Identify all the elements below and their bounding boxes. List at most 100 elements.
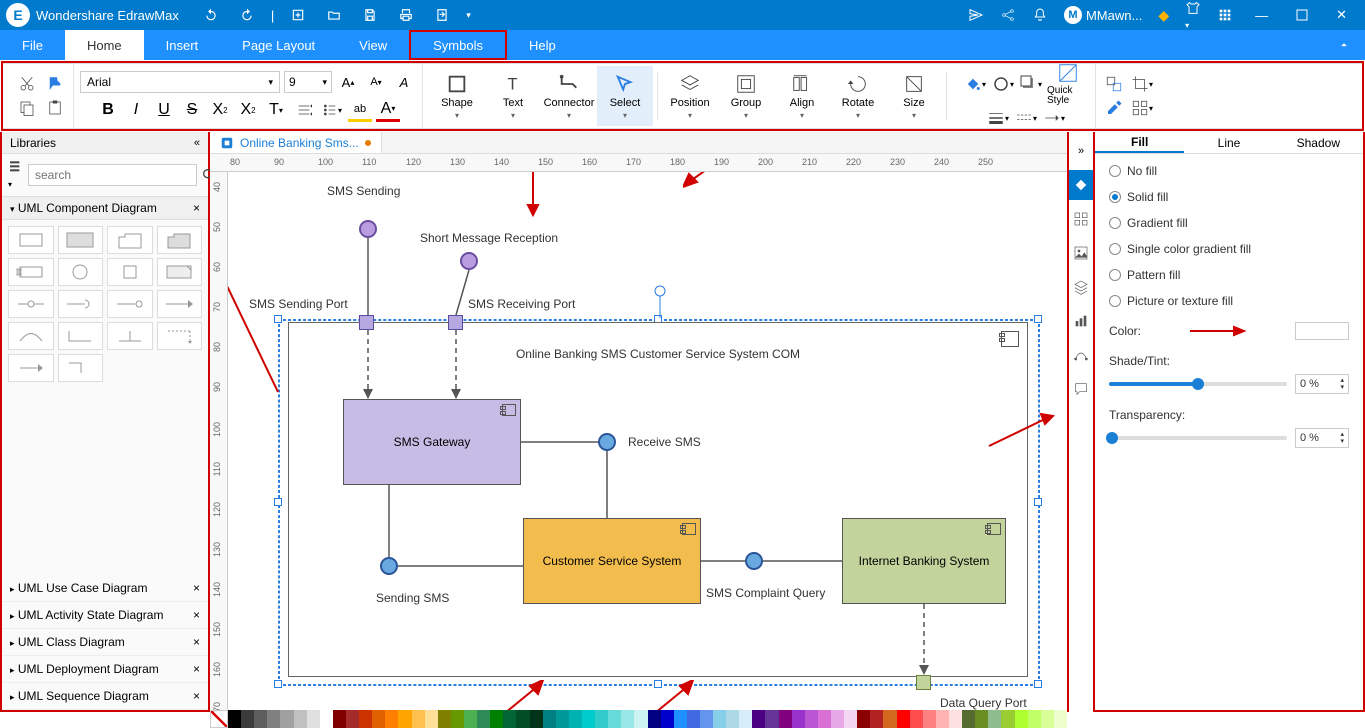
- shrink-font-icon[interactable]: A▾: [364, 70, 388, 94]
- palette-swatch[interactable]: [962, 710, 975, 728]
- palette-swatch[interactable]: [438, 710, 451, 728]
- crop-icon[interactable]: ▾: [1130, 72, 1154, 96]
- maximize-icon[interactable]: [1290, 9, 1314, 21]
- palette-swatch[interactable]: [543, 710, 556, 728]
- palette-swatch[interactable]: [687, 710, 700, 728]
- menu-file[interactable]: File: [0, 30, 65, 60]
- palette-swatch[interactable]: [556, 710, 569, 728]
- tool-position[interactable]: Position▾: [662, 66, 718, 126]
- dash-style-icon[interactable]: ▾: [1014, 106, 1038, 130]
- undo-icon[interactable]: [199, 3, 223, 27]
- print-icon[interactable]: [394, 3, 418, 27]
- fill-bucket-icon[interactable]: ▾: [963, 72, 987, 96]
- library-category[interactable]: ▸ UML Use Case Diagram×: [2, 575, 208, 602]
- node-sms-gateway[interactable]: SMS Gateway: [343, 399, 521, 485]
- shade-value[interactable]: 0 %▴▾: [1295, 374, 1349, 394]
- palette-swatch[interactable]: [1001, 710, 1014, 728]
- arrow-style-icon[interactable]: ▾: [1042, 106, 1066, 130]
- shape-thumb[interactable]: [157, 322, 203, 350]
- palette-swatch[interactable]: [1028, 710, 1041, 728]
- font-color-icon[interactable]: A▾: [376, 98, 400, 122]
- superscript-icon[interactable]: X2: [208, 98, 232, 122]
- shape-thumb[interactable]: [8, 322, 54, 350]
- tool-text[interactable]: TText▾: [485, 66, 541, 126]
- palette-swatch[interactable]: [333, 710, 346, 728]
- transparency-slider[interactable]: [1109, 436, 1287, 440]
- close-category-icon[interactable]: ×: [193, 689, 200, 703]
- shape-thumb[interactable]: [107, 226, 153, 254]
- palette-swatch[interactable]: [648, 710, 661, 728]
- palette-swatch[interactable]: [792, 710, 805, 728]
- tool-group[interactable]: Group▾: [718, 66, 774, 126]
- palette-swatch[interactable]: [516, 710, 529, 728]
- component-container[interactable]: Online Banking SMS Customer Service Syst…: [288, 322, 1028, 677]
- library-menu-icon[interactable]: ▾: [8, 158, 24, 192]
- palette-swatch[interactable]: [254, 710, 267, 728]
- save-icon[interactable]: [358, 3, 382, 27]
- strikethrough-icon[interactable]: S: [180, 98, 204, 122]
- new-icon[interactable]: [286, 3, 310, 27]
- palette-swatch[interactable]: [267, 710, 280, 728]
- palette-swatch[interactable]: [412, 710, 425, 728]
- palette-swatch[interactable]: [569, 710, 582, 728]
- palette-swatch[interactable]: [359, 710, 372, 728]
- palette-swatch[interactable]: [975, 710, 988, 728]
- shape-thumb[interactable]: [58, 322, 104, 350]
- palette-swatch[interactable]: [451, 710, 464, 728]
- drawing-canvas[interactable]: Online Banking SMS Customer Service Syst…: [228, 172, 1067, 712]
- interface-short-msg[interactable]: [460, 252, 478, 270]
- shape-thumb[interactable]: [58, 290, 104, 318]
- palette-swatch[interactable]: [726, 710, 739, 728]
- collapse-ribbon-icon[interactable]: [1337, 38, 1351, 52]
- grow-font-icon[interactable]: A▴: [336, 70, 360, 94]
- palette-swatch[interactable]: [674, 710, 687, 728]
- palette-swatch[interactable]: [320, 710, 333, 728]
- fill-option-single-color-gradient-fill[interactable]: Single color gradient fill: [1109, 242, 1349, 256]
- shape-thumb[interactable]: [157, 258, 203, 286]
- shape-thumb[interactable]: [8, 290, 54, 318]
- interface-sending-sms[interactable]: [380, 557, 398, 575]
- fill-tool-icon[interactable]: [1069, 170, 1093, 200]
- port-sms-receiving[interactable]: [448, 315, 463, 330]
- color-swatch[interactable]: [1295, 322, 1349, 340]
- transparency-value[interactable]: 0 %▴▾: [1295, 428, 1349, 448]
- properties-tab-shadow[interactable]: Shadow: [1274, 132, 1363, 153]
- expand-panel-icon[interactable]: »: [1069, 136, 1093, 166]
- paste-icon[interactable]: [43, 96, 67, 120]
- properties-tab-fill[interactable]: Fill: [1095, 132, 1184, 153]
- palette-swatch[interactable]: [988, 710, 1001, 728]
- menu-home[interactable]: Home: [65, 30, 144, 60]
- no-color-swatch[interactable]: [210, 710, 228, 728]
- quick-style-button[interactable]: Quick Style: [1047, 62, 1089, 106]
- shape-thumb[interactable]: [107, 322, 153, 350]
- shape-thumb[interactable]: [157, 290, 203, 318]
- shadow-style-icon[interactable]: ▾: [1019, 72, 1043, 96]
- fill-option-solid-fill[interactable]: Solid fill: [1109, 190, 1349, 204]
- palette-swatch[interactable]: [897, 710, 910, 728]
- comment-tool-icon[interactable]: [1069, 374, 1093, 404]
- send-icon[interactable]: [968, 7, 984, 23]
- case-icon[interactable]: T▾: [264, 98, 288, 122]
- library-category[interactable]: ▸ UML Class Diagram×: [2, 629, 208, 656]
- menu-symbols[interactable]: Symbols: [409, 30, 507, 60]
- shade-slider[interactable]: [1109, 382, 1287, 386]
- fill-option-pattern-fill[interactable]: Pattern fill: [1109, 268, 1349, 282]
- palette-swatch[interactable]: [857, 710, 870, 728]
- image-tool-icon[interactable]: [1069, 238, 1093, 268]
- palette-swatch[interactable]: [477, 710, 490, 728]
- highlight-icon[interactable]: ab: [348, 98, 372, 122]
- line-style-icon[interactable]: ▾: [991, 72, 1015, 96]
- export-icon[interactable]: [430, 3, 454, 27]
- bullet-icon[interactable]: ▾: [320, 98, 344, 122]
- fill-option-gradient-fill[interactable]: Gradient fill: [1109, 216, 1349, 230]
- node-customer-service[interactable]: Customer Service System: [523, 518, 701, 604]
- tool-shape[interactable]: Shape▾: [429, 66, 485, 126]
- italic-icon[interactable]: I: [124, 98, 148, 122]
- palette-swatch[interactable]: [713, 710, 726, 728]
- shape-thumb[interactable]: [8, 354, 54, 382]
- interface-receive-sms[interactable]: [598, 433, 616, 451]
- tool-size[interactable]: Size▾: [886, 66, 942, 126]
- cut-icon[interactable]: [15, 72, 39, 96]
- palette-swatch[interactable]: [910, 710, 923, 728]
- replace-shape-icon[interactable]: [1102, 72, 1126, 96]
